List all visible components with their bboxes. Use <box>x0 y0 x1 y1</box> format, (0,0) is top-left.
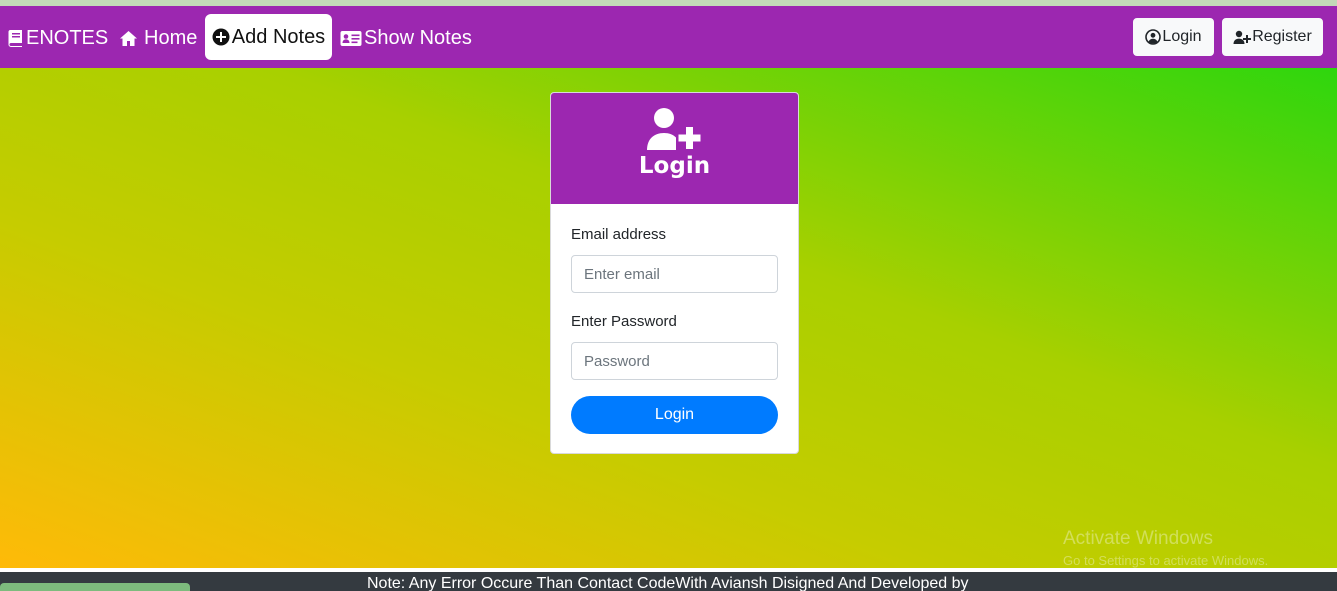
plus-circle-icon <box>212 28 230 46</box>
nav-register-button[interactable]: Register <box>1222 18 1323 56</box>
nav-home-link[interactable]: Home <box>119 24 197 52</box>
footer-tab <box>0 583 190 591</box>
nav-show-notes-label: Show Notes <box>364 26 472 49</box>
footer-note: Note: Any Error Occure Than Contact Code… <box>367 575 969 591</box>
nav-login-button[interactable]: Login <box>1133 18 1214 56</box>
id-card-icon <box>340 30 362 46</box>
login-card: Login Email address Enter Password Login <box>550 92 799 454</box>
login-card-header: Login <box>551 93 798 204</box>
nav-home-label: Home <box>144 26 198 49</box>
home-icon <box>120 30 137 46</box>
nav-add-notes-label: Add Notes <box>231 25 326 48</box>
nav-register-label: Register <box>1252 28 1312 45</box>
nav-show-notes-link[interactable]: Show Notes <box>340 24 472 52</box>
brand-link[interactable]: ENOTES <box>6 24 108 52</box>
book-icon <box>8 30 22 47</box>
login-card-title: Login <box>638 153 711 179</box>
navbar: ENOTES Home Add Notes Show Notes Login R… <box>0 6 1337 68</box>
email-label: Email address <box>571 226 667 243</box>
user-plus-icon <box>646 108 700 150</box>
brand-label: ENOTES <box>26 26 109 49</box>
footer: Note: Any Error Occure Than Contact Code… <box>0 572 1337 591</box>
activate-windows-watermark: Activate Windows Go to Settings to activ… <box>1063 528 1268 568</box>
user-circle-icon <box>1145 29 1162 45</box>
password-field[interactable] <box>571 342 778 380</box>
nav-add-notes-link[interactable]: Add Notes <box>205 14 332 60</box>
watermark-subtitle: Go to Settings to activate Windows. <box>1063 553 1269 568</box>
nav-login-label: Login <box>1162 28 1202 45</box>
login-submit-button[interactable]: Login <box>571 396 778 434</box>
main-area: Login Email address Enter Password Login… <box>0 68 1337 568</box>
watermark-title: Activate Windows <box>1063 528 1213 549</box>
password-label: Enter Password <box>571 313 677 330</box>
email-field[interactable] <box>571 255 778 293</box>
login-form: Email address Enter Password Login <box>551 204 798 453</box>
user-plus-icon <box>1233 30 1252 44</box>
